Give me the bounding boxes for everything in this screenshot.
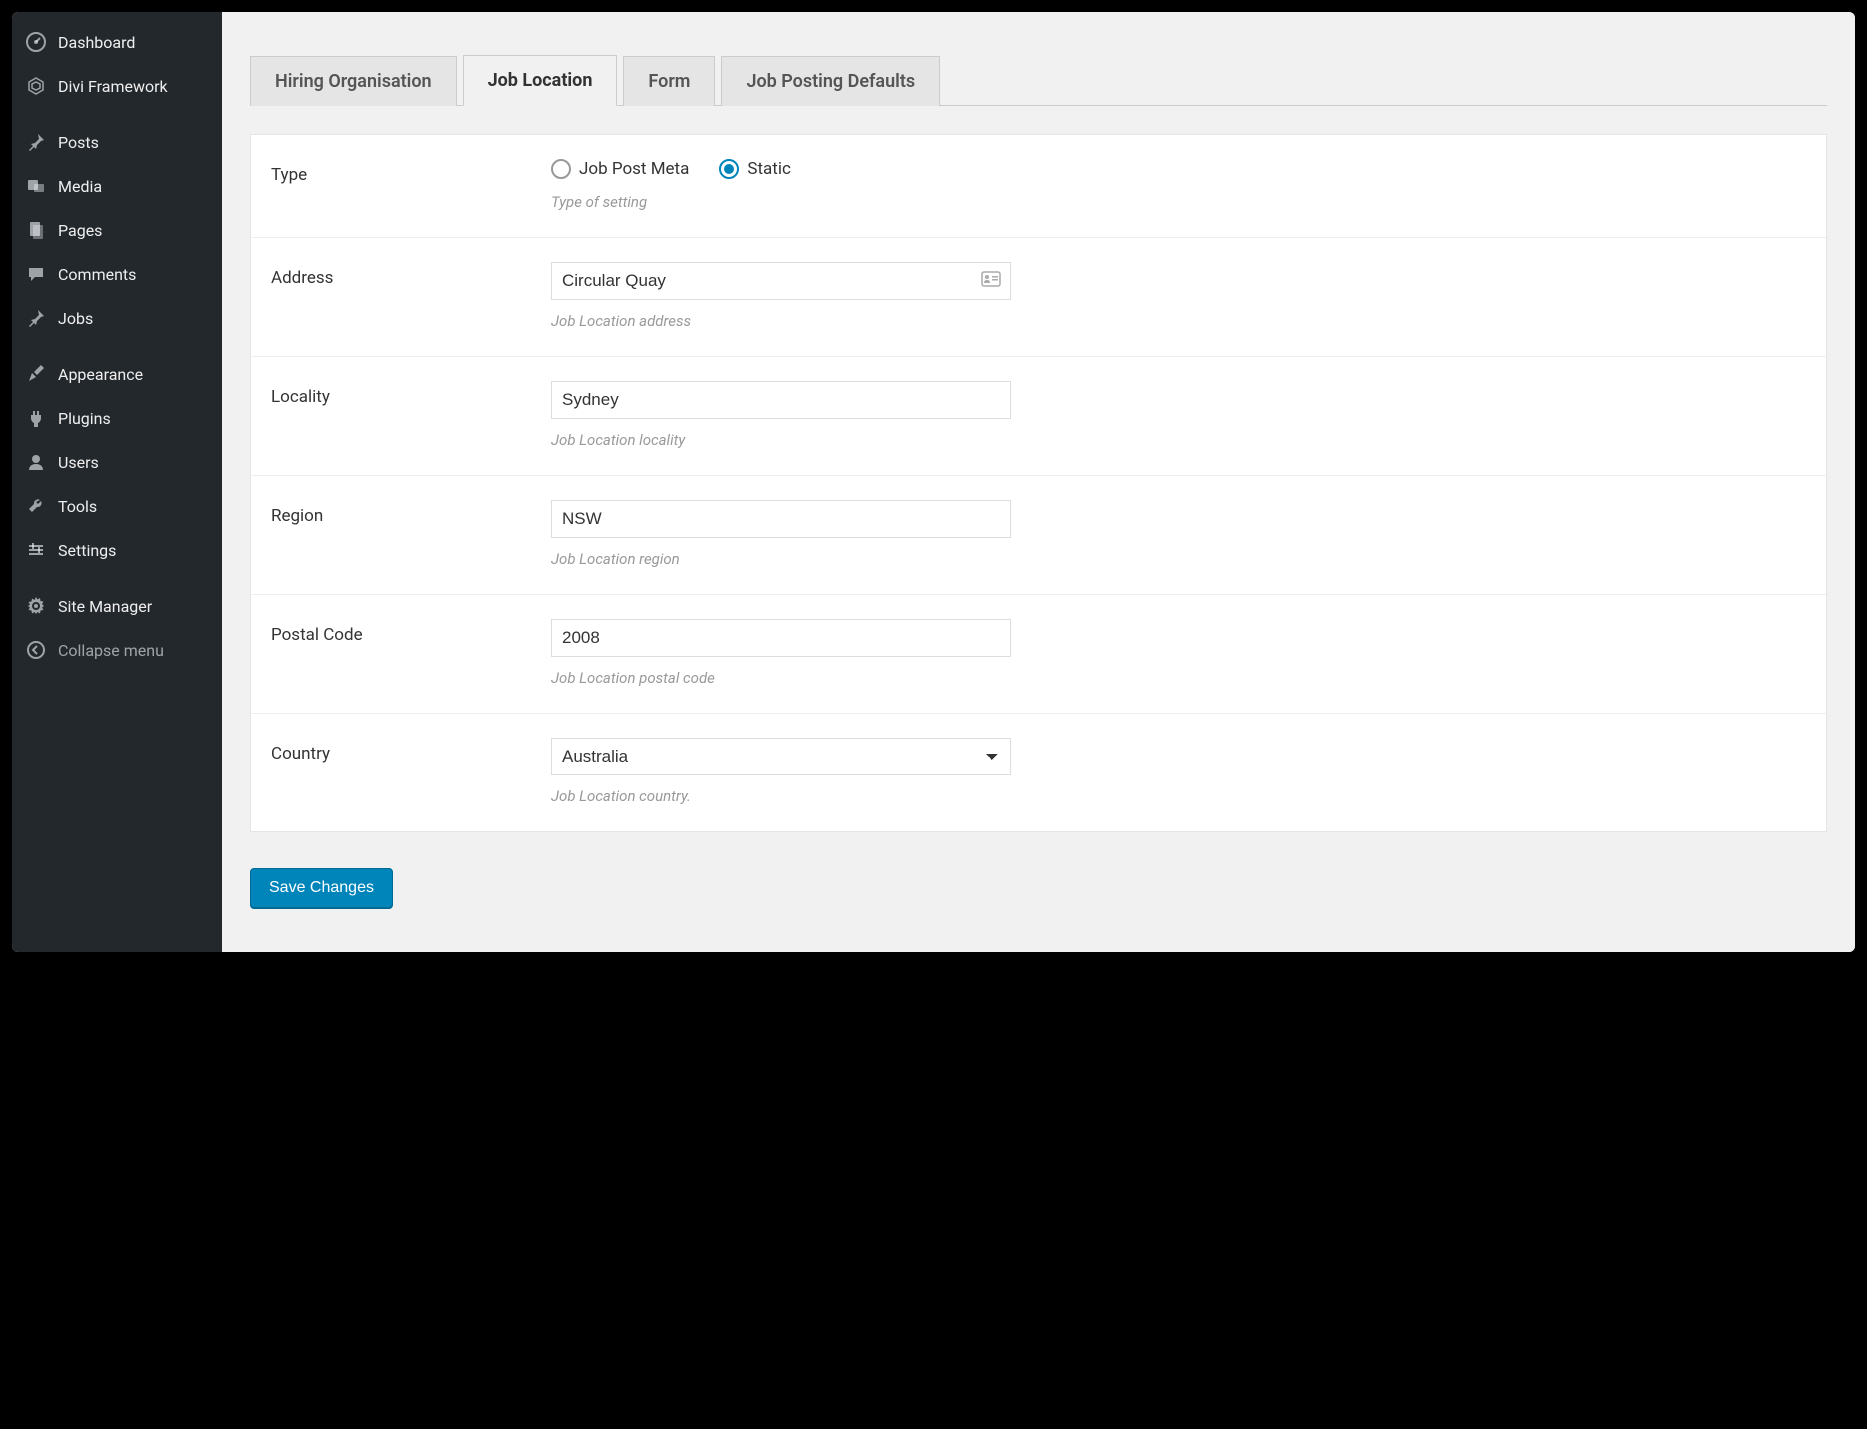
radio-unchecked-icon (551, 159, 571, 179)
main-content: Hiring Organisation Job Location Form Jo… (222, 12, 1855, 952)
form-panel: Type Job Post Meta Static Type of settin… (250, 134, 1827, 832)
form-row-address: Address Job Location address (251, 238, 1826, 357)
tab-job-posting-defaults[interactable]: Job Posting Defaults (721, 56, 940, 106)
sidebar-item-appearance[interactable]: Appearance (12, 352, 222, 396)
sidebar-item-pages[interactable]: Pages (12, 208, 222, 252)
sidebar-item-label: Media (58, 177, 102, 196)
sidebar-item-jobs[interactable]: Jobs (12, 296, 222, 340)
sidebar-item-label: Tools (58, 497, 97, 516)
form-row-region: Region Job Location region (251, 476, 1826, 595)
locality-help: Job Location locality (551, 431, 1806, 449)
type-help: Type of setting (551, 193, 1806, 211)
pin-icon (24, 130, 48, 154)
admin-sidebar: Dashboard Divi Framework Posts Media Pa (12, 12, 222, 952)
pages-icon (24, 218, 48, 242)
form-row-country: Country Australia Job Location country. (251, 714, 1826, 831)
dashboard-icon (24, 30, 48, 54)
country-select[interactable]: Australia (551, 738, 1011, 775)
sidebar-item-divi[interactable]: Divi Framework (12, 64, 222, 108)
radio-job-post-meta[interactable]: Job Post Meta (551, 159, 689, 179)
appearance-icon (24, 362, 48, 386)
comments-icon (24, 262, 48, 286)
type-radio-group: Job Post Meta Static (551, 159, 1806, 179)
sidebar-item-dashboard[interactable]: Dashboard (12, 20, 222, 64)
collapse-icon (24, 638, 48, 662)
radio-label: Static (747, 159, 791, 179)
settings-icon (24, 538, 48, 562)
sidebar-item-settings[interactable]: Settings (12, 528, 222, 572)
region-label: Region (271, 500, 551, 568)
radio-checked-icon (719, 159, 739, 179)
tab-form[interactable]: Form (623, 56, 715, 106)
sidebar-item-plugins[interactable]: Plugins (12, 396, 222, 440)
tab-job-location[interactable]: Job Location (463, 55, 618, 106)
sidebar-collapse[interactable]: Collapse menu (12, 628, 222, 672)
address-label: Address (271, 262, 551, 330)
tabs-row: Hiring Organisation Job Location Form Jo… (250, 54, 1827, 106)
tools-icon (24, 494, 48, 518)
sidebar-item-label: Posts (58, 133, 99, 152)
sidebar-item-label: Pages (58, 221, 102, 240)
sidebar-item-label: Jobs (58, 309, 93, 328)
sidebar-item-label: Divi Framework (58, 77, 168, 96)
country-label: Country (271, 738, 551, 805)
sidebar-item-site-manager[interactable]: Site Manager (12, 584, 222, 628)
sidebar-item-label: Site Manager (58, 597, 152, 616)
region-input[interactable] (551, 500, 1011, 538)
sidebar-item-comments[interactable]: Comments (12, 252, 222, 296)
media-icon (24, 174, 48, 198)
sidebar-item-label: Users (58, 453, 99, 472)
sidebar-item-label: Plugins (58, 409, 111, 428)
locality-input[interactable] (551, 381, 1011, 419)
country-help: Job Location country. (551, 787, 1806, 805)
divi-icon (24, 74, 48, 98)
tab-hiring-organisation[interactable]: Hiring Organisation (250, 56, 457, 106)
sidebar-item-media[interactable]: Media (12, 164, 222, 208)
region-help: Job Location region (551, 550, 1806, 568)
sidebar-item-label: Collapse menu (58, 641, 164, 660)
sidebar-item-posts[interactable]: Posts (12, 120, 222, 164)
form-row-postal-code: Postal Code Job Location postal code (251, 595, 1826, 714)
sidebar-item-label: Appearance (58, 365, 143, 384)
sidebar-item-users[interactable]: Users (12, 440, 222, 484)
locality-label: Locality (271, 381, 551, 449)
sidebar-item-label: Settings (58, 541, 116, 560)
postal-code-help: Job Location postal code (551, 669, 1806, 687)
address-input[interactable] (551, 262, 1011, 300)
sidebar-item-label: Dashboard (58, 33, 135, 52)
gear-icon (24, 594, 48, 618)
radio-static[interactable]: Static (719, 159, 791, 179)
radio-label: Job Post Meta (579, 159, 689, 179)
pin-icon (24, 306, 48, 330)
form-row-locality: Locality Job Location locality (251, 357, 1826, 476)
sidebar-item-label: Comments (58, 265, 136, 284)
save-changes-button[interactable]: Save Changes (250, 868, 393, 908)
type-label: Type (271, 159, 551, 211)
plugins-icon (24, 406, 48, 430)
postal-code-input[interactable] (551, 619, 1011, 657)
contact-card-icon (981, 271, 1001, 291)
form-row-type: Type Job Post Meta Static Type of settin… (251, 135, 1826, 238)
address-help: Job Location address (551, 312, 1806, 330)
users-icon (24, 450, 48, 474)
postal-code-label: Postal Code (271, 619, 551, 687)
sidebar-item-tools[interactable]: Tools (12, 484, 222, 528)
